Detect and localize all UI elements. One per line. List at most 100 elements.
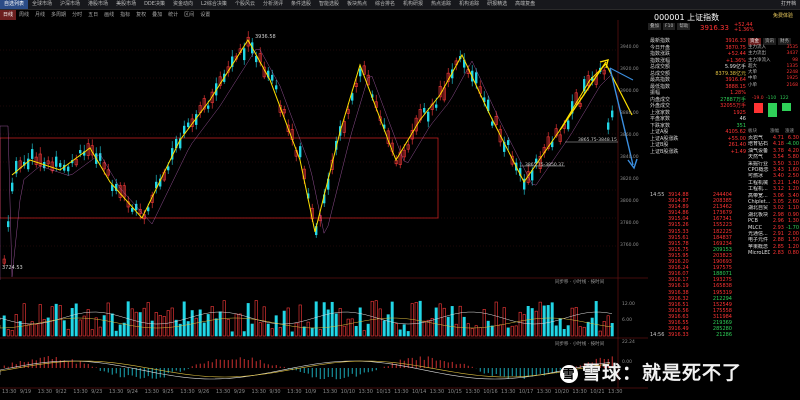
volume-bar	[118, 324, 122, 337]
nav-tab[interactable]: 个股风云	[231, 0, 259, 9]
blue-forecast-line	[609, 67, 634, 166]
index-title: 000001 上证指数	[654, 12, 719, 23]
volume-bar	[486, 320, 490, 337]
toolbar-item[interactable]: 统计	[165, 10, 181, 20]
tick-volume: 21286	[716, 332, 732, 339]
toolbar-item[interactable]: 五日	[85, 10, 101, 20]
volume-bar	[102, 315, 106, 337]
nav-tab[interactable]: 机构研报	[399, 0, 427, 9]
volume-bar	[318, 329, 322, 337]
volume-bar	[346, 318, 350, 337]
toolbar-item[interactable]: 月线	[32, 10, 48, 20]
quote-button[interactable]: 帮助	[677, 23, 691, 30]
volume-bar	[382, 320, 386, 337]
macd-dea-line	[0, 360, 611, 378]
candle-body	[359, 68, 362, 77]
volume-bar	[398, 329, 402, 337]
toolbar-item[interactable]: 画线	[101, 10, 117, 20]
toolbar-item[interactable]: 日线	[0, 10, 17, 20]
tick-row[interactable]: 14:56 3916.33 21286	[648, 332, 748, 338]
volume-bar	[202, 322, 206, 337]
low-price-label: 3724.53	[2, 265, 23, 271]
nav-tab[interactable]: DDE决策	[140, 0, 169, 9]
volume-bar	[390, 301, 394, 337]
nav-tab[interactable]: 板块热点	[343, 0, 371, 9]
stat-value: +1.49	[730, 148, 746, 155]
volume-bar	[238, 313, 242, 337]
kline-panel-menu[interactable]: 同步移 · 小时线 · 按时间	[555, 279, 604, 285]
sector-list[interactable]: 页岩气 4.71 6.30 培育钻石 4.18 -4.00 油气设备 3.78 4.20 天然气 3…	[748, 135, 800, 256]
nav-tab[interactable]: 机构追踪	[455, 0, 483, 9]
toolbar-item[interactable]: 叠加	[149, 10, 165, 20]
price-tick-label: 3760.00	[620, 243, 639, 248]
time-tick-label: 13:30	[322, 389, 338, 395]
volume-bar	[174, 319, 178, 337]
volume-bar	[18, 321, 22, 337]
nav-tab[interactable]: 自选列表	[0, 0, 29, 9]
free-trial-link[interactable]: 免费体验	[773, 12, 793, 19]
toolbar-item[interactable]: 分时	[69, 10, 85, 20]
volume-bar	[602, 321, 606, 337]
candle-body	[299, 146, 302, 158]
nav-tab[interactable]: 沪深市场	[56, 0, 84, 9]
top-nav-bar: 自选列表 全球市场 沪深市场 港股市场 美股市场 DDE决策 资金动向 L2综合决策 个股风云分…	[0, 0, 800, 10]
volume-bar	[506, 327, 510, 337]
volume-bar	[474, 325, 478, 337]
index-name: 上证指数	[687, 13, 720, 22]
time-tick-label: 10/17	[518, 389, 534, 395]
toolbar-item[interactable]: 周线	[16, 10, 32, 20]
quote-button[interactable]: 叠加	[648, 23, 661, 30]
volume-bar	[342, 325, 346, 337]
volume-bar	[282, 310, 286, 337]
time-tick-label: 13:30	[180, 389, 195, 395]
volume-bar	[574, 307, 578, 337]
volume-bar	[498, 324, 502, 337]
nav-tab[interactable]: L2综合决策	[197, 0, 231, 9]
price-tick-label: 3880.00	[620, 111, 639, 116]
toolbar-item[interactable]: 复权	[133, 10, 149, 20]
tick-time: 14:56	[650, 332, 665, 339]
nav-tab[interactable]: 美股市场	[112, 0, 140, 9]
nav-tab[interactable]: 港股市场	[84, 0, 112, 9]
toolbar-item[interactable]: 设置	[197, 10, 213, 20]
toolbar-item[interactable]: 指标	[117, 10, 133, 20]
candle-body	[475, 72, 478, 84]
tick-list[interactable]: 14:55 3914.88 244404 3914.87 208385 3914.89 21…	[648, 192, 748, 338]
volume-bar	[586, 321, 590, 337]
nav-tab[interactable]: 条件选股	[287, 0, 315, 9]
nav-tab[interactable]: 智能选股	[315, 0, 343, 9]
toolbar-item[interactable]: 多周期	[48, 10, 69, 20]
nav-tab[interactable]: 分析测评	[259, 0, 287, 9]
candle-body	[507, 140, 510, 145]
quote-button[interactable]: F10	[663, 23, 676, 30]
volume-bar	[582, 326, 586, 337]
volume-bar	[362, 330, 366, 337]
nav-tab[interactable]: 高端复盘	[511, 0, 539, 9]
volume-bar	[246, 303, 250, 337]
nav-tab[interactable]: 资金动向	[169, 0, 197, 9]
volume-bar	[402, 324, 406, 337]
open-file-button[interactable]: 打开档	[777, 0, 800, 9]
volume-bar	[538, 301, 542, 337]
zigzag-trend-line	[11, 39, 607, 233]
time-tick-label: 10/10	[340, 389, 356, 395]
nav-tab[interactable]: 全球市场	[28, 0, 56, 9]
fund-tab[interactable]: 资金	[748, 38, 761, 45]
nav-tab[interactable]: 热点追踪	[427, 0, 455, 9]
kline-chart[interactable]: 3936.58 3724.53 3865.75-3848.15 3865.75-…	[0, 20, 648, 400]
sector-row[interactable]: MicroLED 2.83 0.80	[748, 250, 800, 256]
fund-tab[interactable]: 资讯	[763, 38, 776, 45]
time-tick-label: 13:30	[37, 389, 53, 395]
nav-tab[interactable]: 综合排名	[371, 0, 399, 9]
volume-bar	[10, 330, 14, 337]
candle-body	[271, 74, 274, 81]
time-tick-label: 9/19	[19, 389, 32, 395]
volume-panel-menu[interactable]: 同步移 · 小时线 · 按时间	[555, 341, 604, 347]
volume-bar	[530, 308, 534, 337]
nav-tab[interactable]: 研报精选	[483, 0, 511, 9]
candle-body	[59, 163, 62, 167]
time-tick-label: 9/29	[233, 389, 245, 395]
fund-tab[interactable]: 财务	[778, 38, 791, 45]
toolbar-item[interactable]: 区间	[181, 10, 197, 20]
volume-bar	[566, 325, 570, 337]
